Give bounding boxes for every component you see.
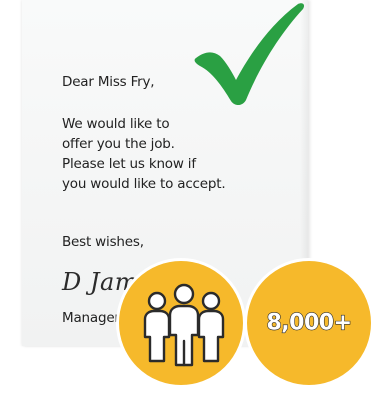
letter-salutation: Dear Miss Fry, bbox=[62, 74, 155, 90]
checkmark-icon bbox=[194, 3, 305, 106]
letter-role: Manager bbox=[62, 310, 120, 326]
count-label: 8,000+ bbox=[266, 310, 353, 336]
letter-body: We would like to offer you the job. Plea… bbox=[62, 114, 226, 194]
letter-body-line: We would like to bbox=[62, 116, 170, 132]
count-badge: 8,000+ bbox=[244, 258, 374, 388]
people-group-icon bbox=[143, 283, 225, 367]
letter-closing: Best wishes, bbox=[62, 234, 144, 250]
letter-body-line: offer you the job. bbox=[62, 136, 175, 152]
people-badge bbox=[116, 258, 246, 388]
letter-body-line: you would like to accept. bbox=[62, 176, 226, 192]
stage: Dear Miss Fry, We would like to offer yo… bbox=[0, 0, 374, 405]
letter-body-line: Please let us know if bbox=[62, 156, 196, 172]
